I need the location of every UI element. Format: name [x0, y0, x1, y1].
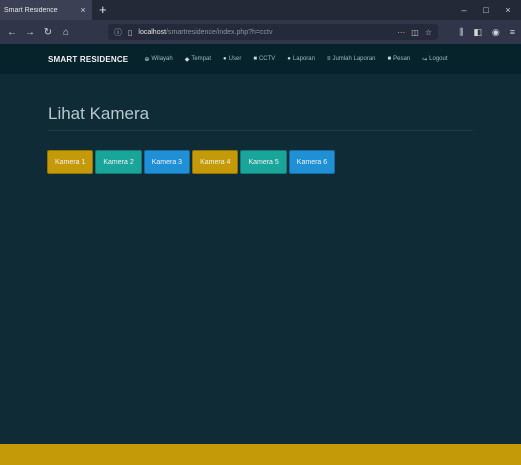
account-icon[interactable]: ◉: [492, 27, 500, 38]
brand-logo-text[interactable]: SMART RESIDENCE: [48, 55, 128, 64]
main-content: Lihat Kamera Kamera 1 Kamera 2 Kamera 3 …: [0, 74, 521, 444]
address-bar-actions: ··· ◫ ☆: [397, 28, 432, 37]
message-icon: ■: [387, 56, 392, 62]
kamera-1-button[interactable]: Kamera 1: [47, 150, 94, 174]
globe-icon: ⊕: [144, 56, 150, 63]
nav-item-wilayah[interactable]: ⊕ Wilayah: [144, 56, 172, 63]
maximize-icon[interactable]: □: [481, 5, 491, 15]
forward-icon[interactable]: →: [24, 27, 36, 38]
page-icon: ▯: [128, 27, 133, 37]
library-icon[interactable]: ⫼: [459, 27, 463, 38]
browser-toolbar: ← → ↻ ⌂ ⓘ ▯ localhost/smartresidence/ind…: [0, 20, 521, 44]
nav-item-label: Laporan: [292, 56, 315, 62]
kamera-6-button[interactable]: Kamera 6: [288, 150, 336, 174]
logout-icon: ↪: [422, 56, 428, 63]
page-title: Lihat Kamera: [48, 104, 150, 123]
home-icon[interactable]: ⌂: [60, 27, 72, 38]
browser-tab-bar: Smart Residence × + – □ ×: [0, 0, 521, 20]
url-text: localhost/smartresidence/index.php?h=cct…: [138, 29, 272, 36]
nav-item-label: CCTV: [258, 56, 276, 62]
new-tab-button[interactable]: +: [92, 0, 114, 20]
url-path: /smartresidence/index.php?h=cctv: [166, 28, 273, 36]
nav-item-label: User: [228, 56, 242, 62]
close-tab-icon[interactable]: ×: [78, 5, 88, 15]
nav-item-logout[interactable]: ↪ Logout: [422, 56, 447, 63]
nav-item-label: Pesan: [393, 56, 411, 62]
nav-item-label: Tempat: [191, 56, 212, 62]
minimize-icon[interactable]: –: [459, 5, 469, 15]
reload-icon[interactable]: ↻: [42, 27, 54, 38]
title-divider: [48, 130, 473, 131]
sidebar-icon[interactable]: ◧: [473, 27, 482, 38]
nav-item-label: Jumlah Laporan: [332, 56, 376, 62]
page-footer: [0, 444, 521, 465]
camera-button-group: Kamera 1 Kamera 2 Kamera 3 Kamera 4 Kame…: [47, 150, 336, 174]
kamera-2-button[interactable]: Kamera 2: [95, 150, 142, 174]
menu-icon[interactable]: ≡: [510, 27, 515, 38]
site-navbar: SMART RESIDENCE ⊕ Wilayah ◆ Tempat ● User ■…: [0, 44, 521, 74]
nav-item-jumlah-laporan[interactable]: ≡ Jumlah Laporan: [327, 56, 376, 62]
kamera-4-button[interactable]: Kamera 4: [192, 150, 239, 174]
nav-item-laporan[interactable]: ● Laporan: [287, 56, 315, 62]
tab-title: Smart Residence: [4, 6, 58, 14]
nav-item-cctv[interactable]: ■ CCTV: [253, 56, 275, 62]
nav-item-user[interactable]: ● User: [223, 56, 241, 62]
pin-icon: ◆: [184, 56, 190, 63]
bookmark-star-icon[interactable]: ☆: [425, 28, 432, 37]
address-bar[interactable]: ⓘ ▯ localhost/smartresidence/index.php?h…: [108, 24, 438, 40]
user-icon: ●: [223, 56, 227, 62]
camera-icon: ■: [253, 56, 257, 62]
browser-tab[interactable]: Smart Residence ×: [0, 0, 92, 20]
info-icon: ●: [287, 56, 291, 62]
nav-item-label: Wilayah: [151, 56, 173, 62]
pocket-icon[interactable]: ◫: [411, 28, 419, 37]
kamera-3-button[interactable]: Kamera 3: [143, 150, 191, 174]
url-host: localhost: [138, 28, 167, 36]
nav-item-label: Logout: [429, 56, 448, 62]
window-controls: – □ ×: [459, 5, 521, 15]
more-actions-icon[interactable]: ···: [397, 28, 405, 37]
close-window-icon[interactable]: ×: [503, 5, 513, 15]
list-icon: ≡: [326, 56, 331, 62]
nav-item-tempat[interactable]: ◆ Tempat: [185, 56, 211, 63]
nav-item-pesan[interactable]: ■ Pesan: [388, 56, 411, 62]
back-icon[interactable]: ←: [6, 27, 18, 38]
browser-toolbar-right: ⫼ ◧ ◉ ≡: [459, 27, 515, 38]
info-icon[interactable]: ⓘ: [114, 27, 122, 38]
kamera-5-button[interactable]: Kamera 5: [240, 150, 287, 174]
